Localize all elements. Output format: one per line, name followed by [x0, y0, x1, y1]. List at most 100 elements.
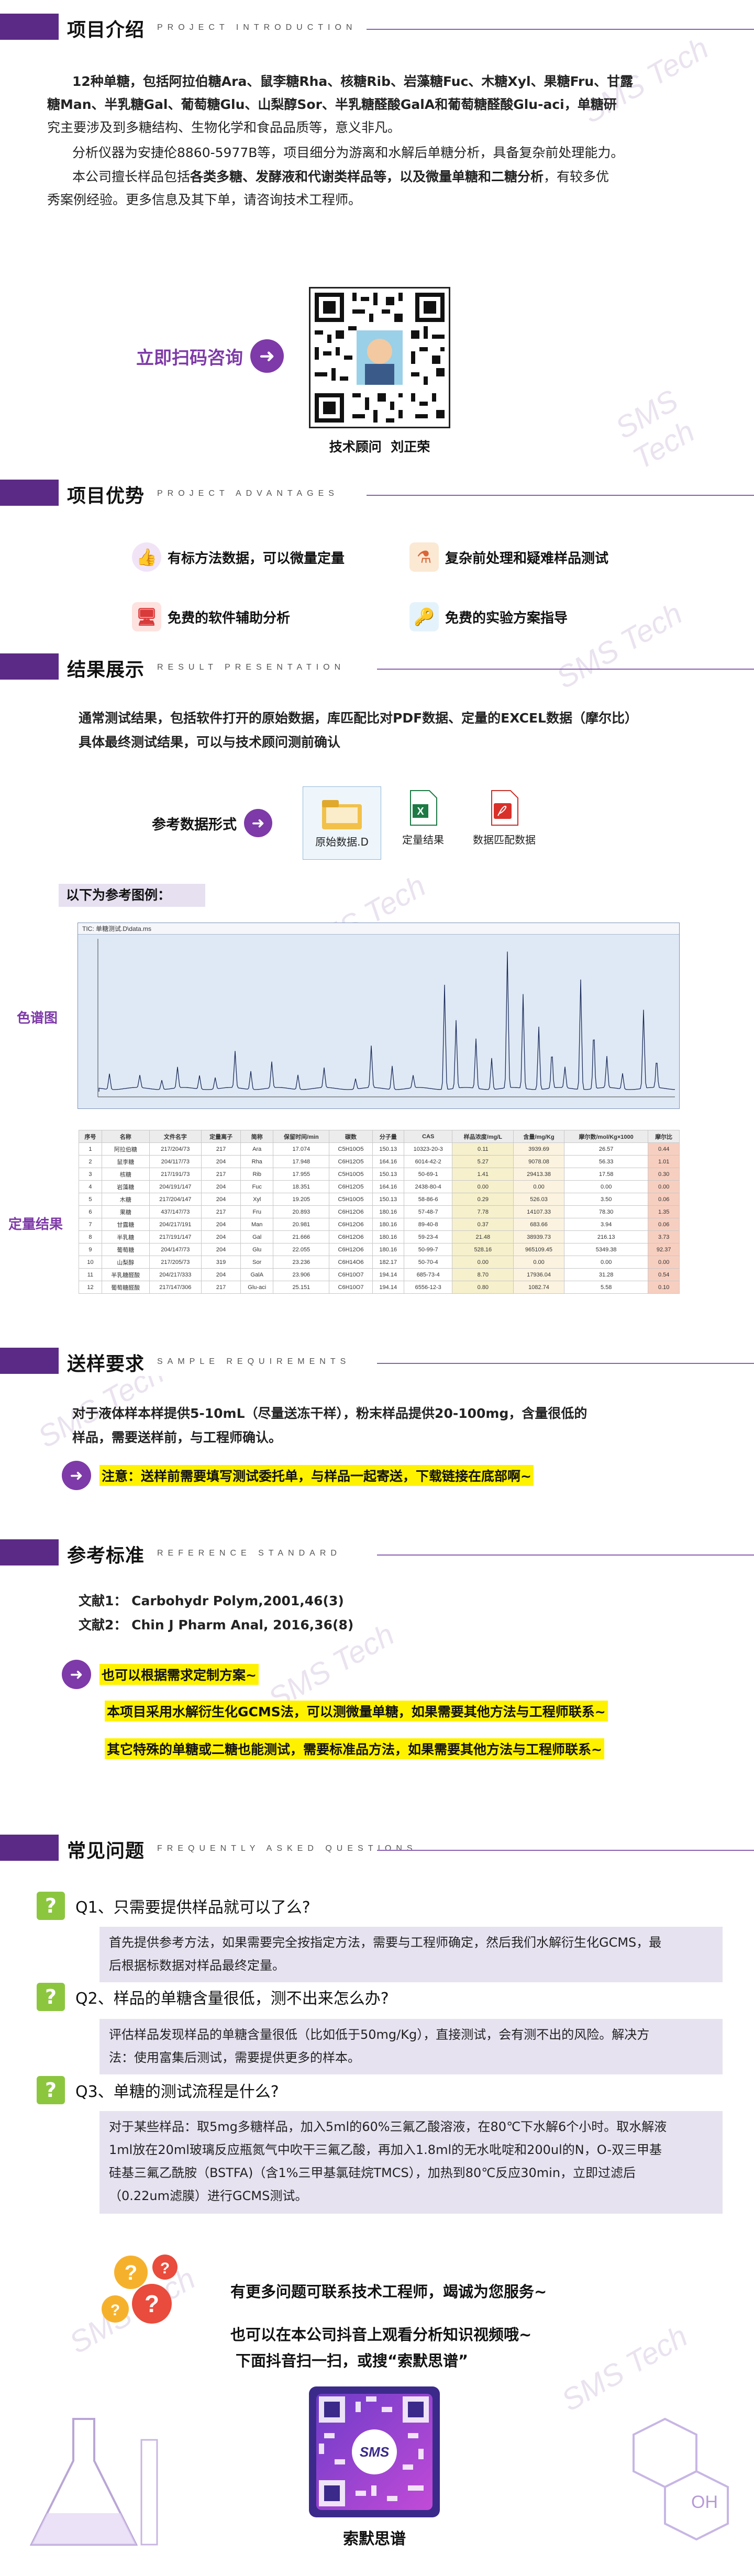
table-cell: 204	[201, 1230, 241, 1243]
table-cell: 319	[201, 1256, 241, 1269]
file-item-pdf[interactable]: 数据匹配数据	[465, 790, 544, 861]
section-title: 项目优势	[67, 485, 145, 507]
table-cell: 217/205/73	[149, 1256, 202, 1269]
custom-plan-row: ➜ 也可以根据需求定制方案~	[62, 1660, 259, 1689]
table-cell: 葡萄糖醛酸	[101, 1281, 150, 1294]
scan-consult-button[interactable]: 立即扫码咨询 ➜	[136, 339, 284, 373]
file-label: 数据匹配数据	[473, 834, 536, 846]
faq-answer-line: 首先提供参考方法，如果需要完全按指定方法，需要与工程师确定，然后我们水解衍生化G…	[109, 1935, 662, 1950]
table-cell: 22.055	[273, 1243, 330, 1256]
table-cell: 0.10	[648, 1281, 680, 1294]
qr-code[interactable]	[309, 287, 450, 428]
table-row: 2 鼠李糖 204/117/73 204 Rha 17.948 C6H12O5 164.16 6…	[79, 1155, 680, 1168]
faq-question-3[interactable]: ? Q3、单糖的测试流程是什么?	[37, 2075, 717, 2105]
faq-question-1[interactable]: ? Q1、只需要提供样品就可以了么?	[37, 1891, 717, 1920]
intro-paragraph-3b: 秀案例经验。更多信息及其下单，请咨询技术工程师。	[47, 192, 362, 207]
faq-question-2[interactable]: ? Q2、样品的单糖含量很低，测不出来怎么办?	[37, 1982, 717, 2012]
advantage-item: 🔑 免费的实验方案指导	[409, 602, 568, 631]
table-cell: C6H12O6	[329, 1205, 373, 1218]
question-bubbles-icon: ? ? ? ?	[94, 2251, 199, 2340]
table-cell: 12	[79, 1281, 102, 1294]
advantage-label: 有标方法数据，可以微量定量	[168, 550, 345, 567]
section-header-faq: 常见问题 FREQUENTLY ASKED QUESTIONS	[0, 1833, 754, 1863]
table-cell: 683.66	[513, 1218, 564, 1231]
table-cell: Glu	[240, 1243, 274, 1256]
advantage-label: 免费的软件辅助分析	[168, 610, 291, 626]
arrow-right-icon: ➜	[250, 339, 284, 373]
table-cell: 0.00	[563, 1256, 649, 1269]
table-row: 12 葡萄糖醛酸 217/147/306 217 Glu-aci 25.151 C6H10O…	[79, 1281, 680, 1294]
reference-1: 文献1： Carbohydr Polym,2001,46(3)	[79, 1593, 344, 1608]
table-cell: 5349.38	[563, 1243, 649, 1256]
table-cell: 0.44	[648, 1142, 680, 1156]
table-cell: 57-48-7	[403, 1205, 453, 1218]
table-cell: 20.893	[273, 1205, 330, 1218]
thumbs-up-icon: 👍	[132, 542, 161, 572]
table-cell: 217	[201, 1281, 241, 1294]
table-cell: 0.00	[648, 1256, 680, 1269]
table-cell: 3939.69	[513, 1142, 564, 1156]
file-label: 定量结果	[402, 834, 444, 846]
table-cell: 17.58	[563, 1168, 649, 1181]
watermark-text: SMS Tech	[609, 383, 701, 476]
file-item-quant[interactable]: X 定量结果	[392, 790, 454, 861]
file-item-raw-data[interactable]: 原始数据.D	[303, 786, 381, 860]
table-cell: 半乳糖	[101, 1230, 150, 1243]
table-cell: 0.06	[648, 1218, 680, 1231]
intro-p3-bold: 各类多糖、发酵液和代谢类样品等，以及微量单糖和二糖分析	[190, 169, 544, 184]
table-cell: 2	[79, 1155, 102, 1168]
table-cell: 217/147/306	[149, 1281, 202, 1294]
table-cell: 5.27	[452, 1155, 514, 1168]
table-cell: 7.78	[452, 1205, 514, 1218]
table-cell: 92.37	[648, 1243, 680, 1256]
table-cell: 6	[79, 1205, 102, 1218]
table-cell: 10	[79, 1256, 102, 1269]
advantage-item: 🖥 免费的软件辅助分析	[132, 602, 290, 631]
table-cell: 果糖	[101, 1205, 150, 1218]
douyin-qr-code[interactable]: SMS	[309, 2386, 440, 2517]
table-cell: 0.80	[452, 1281, 514, 1294]
keys-icon: 🔑	[409, 602, 439, 631]
table-cell: 150.13	[372, 1193, 404, 1206]
qr-pattern-icon	[311, 288, 449, 427]
question-mark-icon: ?	[37, 2076, 65, 2104]
table-cell: Rha	[240, 1155, 274, 1168]
table-cell: 0.11	[452, 1142, 514, 1156]
question-mark-icon: ?	[37, 1892, 65, 1920]
table-cell: 217/191/73	[149, 1168, 202, 1181]
table-cell: 1082.74	[513, 1281, 564, 1294]
table-cell: 阿拉伯糖	[101, 1142, 150, 1156]
table-cell: C6H10O7	[329, 1268, 373, 1281]
sample-line-2: 样品，需要送样前，与工程师确认。	[72, 1430, 282, 1445]
table-cell: 180.16	[372, 1243, 404, 1256]
table-cell: 204	[201, 1268, 241, 1281]
table-header-cell: 分子量	[372, 1130, 404, 1143]
table-cell: 29413.38	[513, 1168, 564, 1181]
table-cell: 217	[201, 1142, 241, 1156]
faq-question-text: Q2、样品的单糖含量很低，测不出来怎么办?	[75, 1990, 389, 2008]
table-cell: 78.30	[563, 1205, 649, 1218]
table-cell: 8.70	[452, 1268, 514, 1281]
quant-result-table: 序号 名称 文件名字 定量离子 简称 保留时间/min 碳数 分子量 CAS 样品浓度/mg/L 含…	[79, 1130, 680, 1294]
table-cell: 204/147/73	[149, 1243, 202, 1256]
table-header-row: 序号 名称 文件名字 定量离子 简称 保留时间/min 碳数 分子量 CAS 样品浓度/mg/L 含…	[79, 1130, 680, 1143]
table-cell: 9078.08	[513, 1155, 564, 1168]
table-cell: 2438-80-4	[403, 1180, 453, 1193]
results-desc-2: 具体最终测试结果，可以与技术顾问测前确认	[79, 735, 341, 750]
table-cell: 38939.73	[513, 1230, 564, 1243]
table-row: 1 阿拉伯糖 217/204/73 217 Ara 17.074 C5H10O5 150.13…	[79, 1142, 680, 1156]
chromatogram-window: TIC: 单糖测试.D\data.ms	[77, 923, 680, 1109]
advantage-label: 复杂前处理和疑难样品测试	[445, 550, 609, 567]
table-cell: 437/147/73	[149, 1205, 202, 1218]
table-cell: Fuc	[240, 1180, 274, 1193]
table-header-cell: 样品浓度/mg/L	[452, 1130, 514, 1143]
table-cell: 204	[201, 1155, 241, 1168]
table-cell: 58-86-6	[403, 1193, 453, 1206]
table-cell: C6H12O6	[329, 1243, 373, 1256]
table-cell: 5.58	[563, 1281, 649, 1294]
table-row: 11 半乳糖醛酸 204/217/333 204 GalA 23.906 C6H10O7 19…	[79, 1268, 680, 1281]
excel-icon: X	[410, 790, 437, 826]
table-cell: 半乳糖醛酸	[101, 1268, 150, 1281]
advantage-item: 👍 有标方法数据，可以微量定量	[132, 542, 345, 572]
table-cell: Xyl	[240, 1193, 274, 1206]
